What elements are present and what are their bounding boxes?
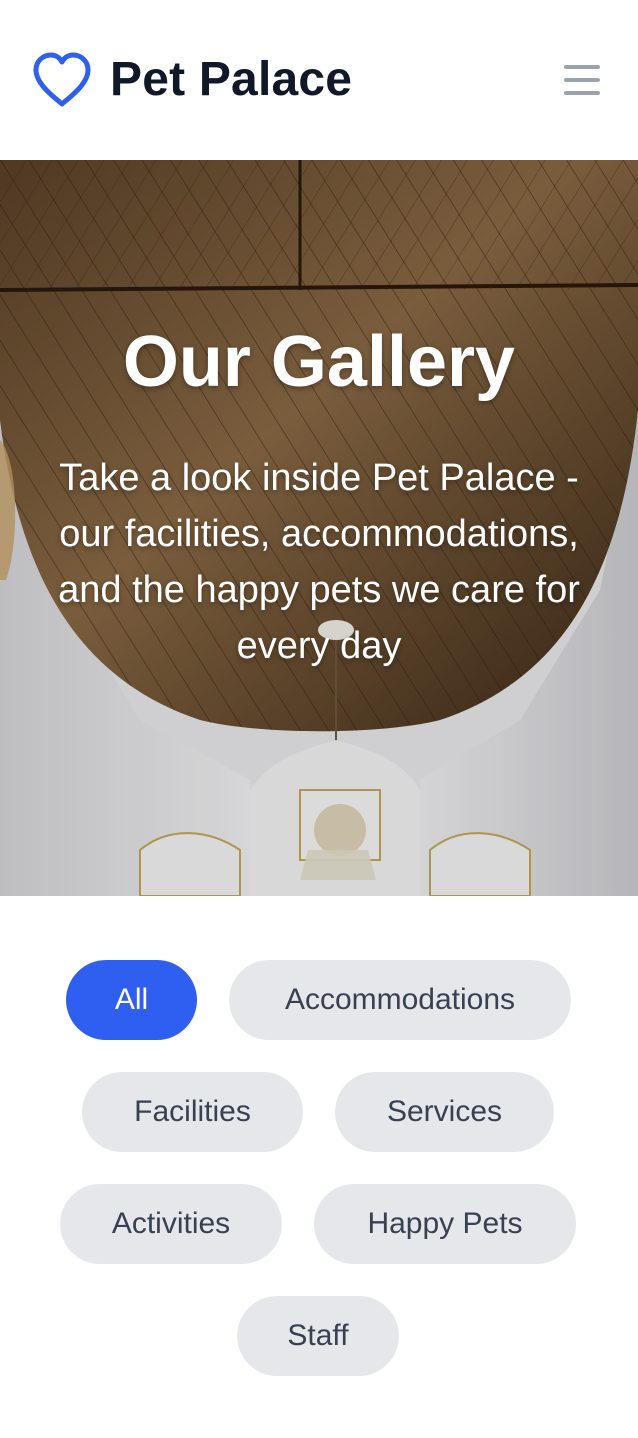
filter-staff-button[interactable]: Staff	[237, 1296, 399, 1376]
gallery-filter-bar: All Accommodations Facilities Services A…	[0, 896, 638, 1438]
page-title: Our Gallery	[122, 322, 516, 402]
brand-name: Pet Palace	[110, 53, 353, 106]
filter-all-button[interactable]: All	[66, 960, 197, 1040]
heart-icon	[33, 52, 91, 107]
page-subtitle: Take a look inside Pet Palace - our faci…	[58, 457, 580, 667]
brand-logo-link[interactable]: Pet Palace	[32, 51, 352, 109]
site-header: Pet Palace	[0, 0, 638, 160]
filter-accommodations-button[interactable]: Accommodations	[229, 960, 571, 1040]
filter-services-button[interactable]: Services	[335, 1072, 554, 1152]
filter-facilities-button[interactable]: Facilities	[82, 1072, 303, 1152]
filter-happy-pets-button[interactable]: Happy Pets	[314, 1184, 576, 1264]
hamburger-menu-icon[interactable]	[564, 62, 602, 98]
filter-activities-button[interactable]: Activities	[60, 1184, 282, 1264]
gallery-hero: Our Gallery Take a look inside Pet Palac…	[0, 160, 638, 896]
